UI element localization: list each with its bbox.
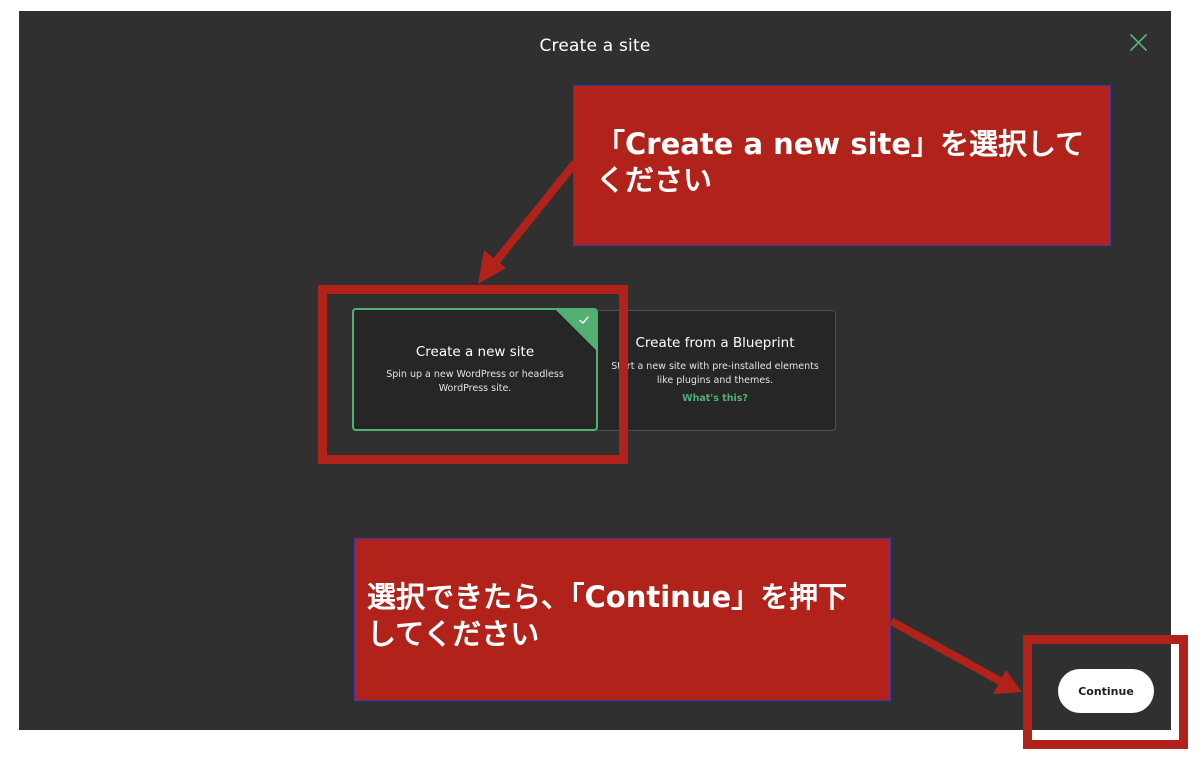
screenshot-stage: Create a site Create from a Blueprint St… [0, 0, 1200, 767]
annotation-callout-press-continue: 選択できたら、「Continue」を押下してください [354, 538, 891, 701]
blueprint-card-title: Create from a Blueprint [635, 335, 795, 351]
close-button[interactable] [1127, 31, 1151, 55]
close-icon [1130, 34, 1147, 51]
annotation-highlight-continue [1023, 635, 1188, 749]
annotation-highlight-new-site [318, 285, 628, 464]
annotation-callout-select-new-site: 「Create a new site」を選択してください [573, 85, 1111, 246]
whats-this-link[interactable]: What's this? [595, 393, 835, 404]
blueprint-card-description: Start a new site with pre-installed elem… [611, 361, 819, 386]
modal-title: Create a site [539, 36, 651, 56]
create-from-blueprint-card[interactable]: Create from a Blueprint Start a new site… [594, 310, 836, 431]
